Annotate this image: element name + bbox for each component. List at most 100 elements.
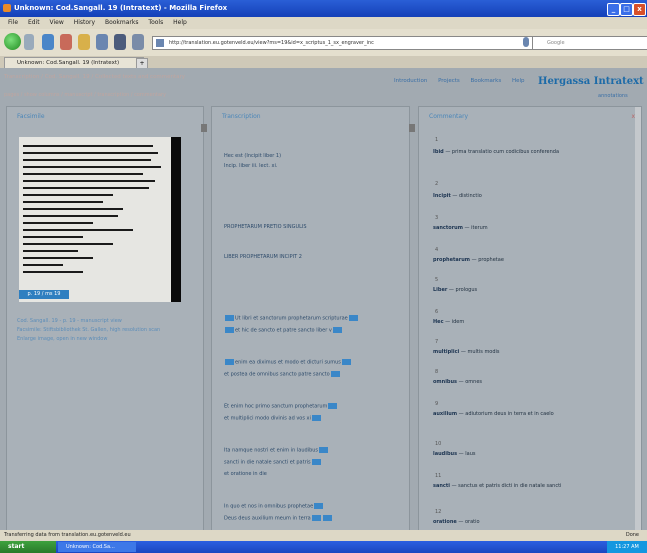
print-icon[interactable]	[114, 34, 126, 50]
gloss-entry[interactable]: sanctorum — iterum	[433, 225, 488, 231]
menu-help[interactable]: Help	[173, 17, 187, 29]
gloss-entry[interactable]: auxilium — adiutorium deus in terra et i…	[433, 411, 554, 417]
facsimile-caption: Cod. Sangall. 19 - p. 19 - manuscript vi…	[17, 317, 197, 344]
home-icon[interactable]	[78, 34, 90, 50]
transcription-line[interactable]: Et enim hoc primo sanctum prophetarum	[224, 403, 338, 410]
tab-label: Unknown: Cod.Sangall. 19 (Intratext)	[17, 60, 120, 66]
caption-line[interactable]: Enlarge image, open in new window	[17, 335, 197, 344]
minimize-button[interactable]: _	[607, 3, 620, 16]
menu-edit[interactable]: Edit	[28, 17, 40, 29]
back-button[interactable]	[4, 33, 21, 50]
sub-navigation[interactable]: pages / show columns / manuscript / tran…	[4, 92, 166, 98]
status-text: Transferring data from translation.eu.go…	[4, 532, 131, 538]
facsimile-panel: Facsimile p. 19 / ms 19 Cod. Sangall. 19…	[6, 106, 204, 532]
menu-history[interactable]: History	[74, 17, 95, 29]
gloss-entry[interactable]: Liber — prologus	[433, 287, 477, 293]
go-icon[interactable]	[523, 37, 529, 47]
link-projects[interactable]: Projects	[438, 78, 460, 84]
close-button[interactable]: x	[633, 3, 646, 16]
status-bar: Transferring data from translation.eu.go…	[0, 530, 647, 541]
tab-bar: Unknown: Cod.Sangall. 19 (Intratext) x +	[0, 56, 647, 69]
transcription-line[interactable]: et hic de sancto et patre sancto liber v	[224, 327, 343, 334]
gloss-entry[interactable]: Hec — idem	[433, 319, 464, 325]
site-favicon	[156, 39, 164, 47]
transcription-line[interactable]: Ita namque nostri et enim in laudibus	[224, 447, 329, 454]
windows-taskbar: start Unknown: Cod.Sa... 11:27 AM	[0, 541, 647, 553]
site-logo[interactable]: Hergassa Intratext	[538, 76, 644, 87]
transcription-line[interactable]: sancti in die natale sancti et patris	[224, 459, 322, 466]
page-icon[interactable]	[132, 34, 144, 50]
page-label[interactable]: p. 19 / ms 19	[19, 290, 69, 299]
gloss-number: 12	[435, 509, 442, 515]
caption-line[interactable]: Cod. Sangall. 19 - p. 19 - manuscript vi…	[17, 317, 197, 326]
gloss-number: 5	[435, 277, 439, 283]
transcription-line[interactable]: et multiplici modo divinis ad vos xi	[224, 415, 322, 422]
site-subtitle: annotations	[598, 93, 628, 99]
gloss-number: 2	[435, 181, 439, 187]
transcription-title: Transcription	[222, 113, 261, 120]
gloss-number: 9	[435, 401, 439, 407]
gloss-number: 11	[435, 473, 442, 479]
status-right: Done	[625, 532, 639, 538]
transcription-line[interactable]: In quo et nos in omnibus prophetae	[224, 503, 324, 510]
column-resize-handle[interactable]	[409, 124, 415, 132]
address-bar[interactable]: http://translation.eu.gotenveld.eu/view?…	[152, 36, 536, 50]
reload-icon[interactable]	[42, 34, 54, 50]
gloss-number: 6	[435, 309, 439, 315]
menu-bar: File Edit View History Bookmarks Tools H…	[0, 17, 647, 29]
gloss-number: 8	[435, 369, 439, 375]
gloss-number: 3	[435, 215, 439, 221]
transcription-line[interactable]: et postea de omnibus sancto patre sancto	[224, 371, 341, 378]
menu-bookmarks[interactable]: Bookmarks	[105, 17, 139, 29]
gloss-entry[interactable]: laudibus — laus	[433, 451, 475, 457]
manuscript-image[interactable]	[19, 137, 181, 302]
gloss-number: 7	[435, 339, 439, 345]
transcription-line[interactable]: Deus deus auxilium meum in terra	[224, 515, 333, 522]
link-bookmarks[interactable]: Bookmarks	[471, 78, 502, 84]
column-resize-handle[interactable]	[201, 124, 207, 132]
transcription-line: Incip. liber iii. lect. xi.	[224, 163, 278, 169]
gloss-entry[interactable]: multiplici — multis modis	[433, 349, 500, 355]
gloss-entry[interactable]: prophetarum — prophetae	[433, 257, 504, 263]
gloss-entry[interactable]: Incipit — distinctio	[433, 193, 482, 199]
transcription-line: Hec est (Incipit liber 1)	[224, 153, 282, 159]
window-titlebar: Unknown: Cod.Sangall. 19 (Intratext) - M…	[0, 0, 647, 17]
facsimile-title: Facsimile	[17, 113, 45, 120]
gloss-entry[interactable]: omnibus — omnes	[433, 379, 482, 385]
transcription-line: et oratione in die	[224, 471, 267, 477]
breadcrumb[interactable]: Transcription / Cod. Sangall. 19 / Colle…	[4, 74, 185, 80]
url-text: http://translation.eu.gotenveld.eu/view?…	[169, 40, 374, 46]
gloss-number: 1	[435, 137, 439, 143]
transcription-line[interactable]: Ut libri et sanctorum prophetarum script…	[224, 315, 359, 322]
maximize-button[interactable]: □	[620, 3, 633, 16]
menu-tools[interactable]: Tools	[148, 17, 163, 29]
gloss-number: 10	[435, 441, 442, 447]
window-title: Unknown: Cod.Sangall. 19 (Intratext) - M…	[14, 4, 228, 12]
forward-button[interactable]	[24, 34, 34, 50]
firefox-icon	[3, 4, 11, 12]
stop-icon[interactable]	[60, 34, 72, 50]
transcription-line: LIBER PROPHETARUM INCIPIT 2	[224, 254, 302, 260]
commentary-panel: Commentary x 1 Ibid — prima translatio c…	[418, 106, 642, 532]
link-help[interactable]: Help	[512, 78, 525, 84]
menu-file[interactable]: File	[8, 17, 18, 29]
gloss-entry[interactable]: Ibid — prima translatio cum codicibus co…	[433, 149, 559, 155]
navigation-toolbar: http://translation.eu.gotenveld.eu/view?…	[0, 29, 647, 57]
gloss-entry[interactable]: sancti — sanctus et patris dicti in die …	[433, 483, 561, 489]
system-clock: 11:27 AM	[607, 541, 647, 553]
top-links: Introduction Projects Bookmarks Help	[394, 78, 534, 84]
taskbar-item-firefox[interactable]: Unknown: Cod.Sa...	[58, 542, 136, 552]
menu-view[interactable]: View	[50, 17, 64, 29]
link-introduction[interactable]: Introduction	[394, 78, 427, 84]
transcription-line: PROPHETARUM PRETIO SINGULIS	[224, 224, 307, 230]
gloss-entry[interactable]: oratione — oratio	[433, 519, 480, 525]
page-content: Transcription / Cod. Sangall. 19 / Colle…	[0, 68, 647, 532]
bookmark-icon[interactable]	[96, 34, 108, 50]
gloss-number: 4	[435, 247, 439, 253]
commentary-scrollbar[interactable]	[635, 107, 641, 531]
commentary-title: Commentary	[429, 113, 469, 120]
transcription-line[interactable]: enim ea diximus et modo et dicturi sumus	[224, 359, 352, 366]
search-input[interactable]: Google	[532, 36, 647, 50]
caption-line: Facsimile: Stiftsbibliothek St. Gallen, …	[17, 327, 161, 333]
start-button[interactable]: start	[0, 541, 56, 553]
